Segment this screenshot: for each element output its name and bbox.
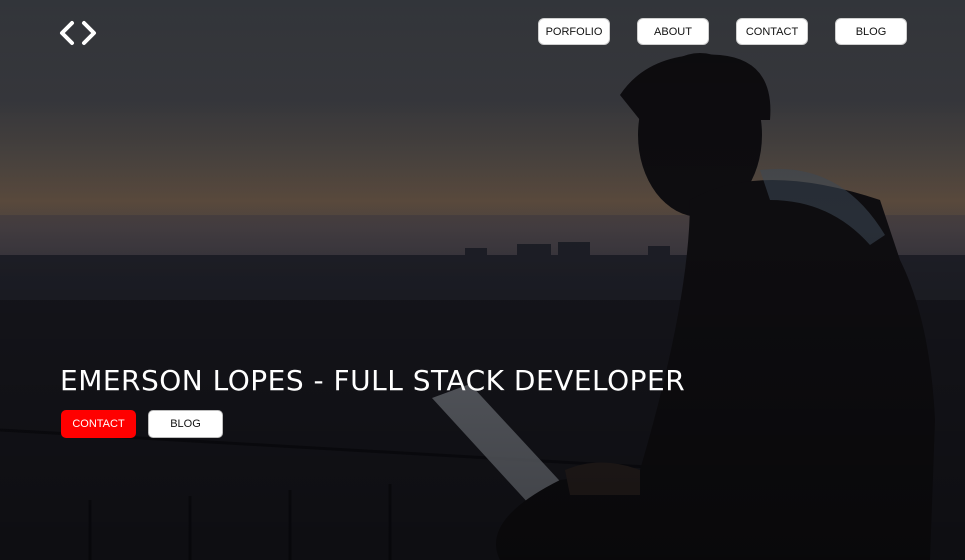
nav-blog-button[interactable]: BLOG <box>835 18 907 45</box>
nav-about-button[interactable]: ABOUT <box>637 18 709 45</box>
hero-contact-button[interactable]: CONTACT <box>61 410 136 438</box>
hero-cta-group: CONTACT BLOG <box>61 410 223 438</box>
main-nav: PORFOLIO ABOUT CONTACT BLOG <box>538 18 907 45</box>
nav-portfolio-button[interactable]: PORFOLIO <box>538 18 610 45</box>
code-brackets-icon[interactable] <box>58 20 98 46</box>
hero-section: PORFOLIO ABOUT CONTACT BLOG EMERSON LOPE… <box>0 0 965 560</box>
background-photo <box>0 53 965 560</box>
hero-blog-button[interactable]: BLOG <box>148 410 223 438</box>
nav-contact-button[interactable]: CONTACT <box>736 18 808 45</box>
hero-title: EMERSON LOPES - FULL STACK DEVELOPER <box>60 364 686 397</box>
